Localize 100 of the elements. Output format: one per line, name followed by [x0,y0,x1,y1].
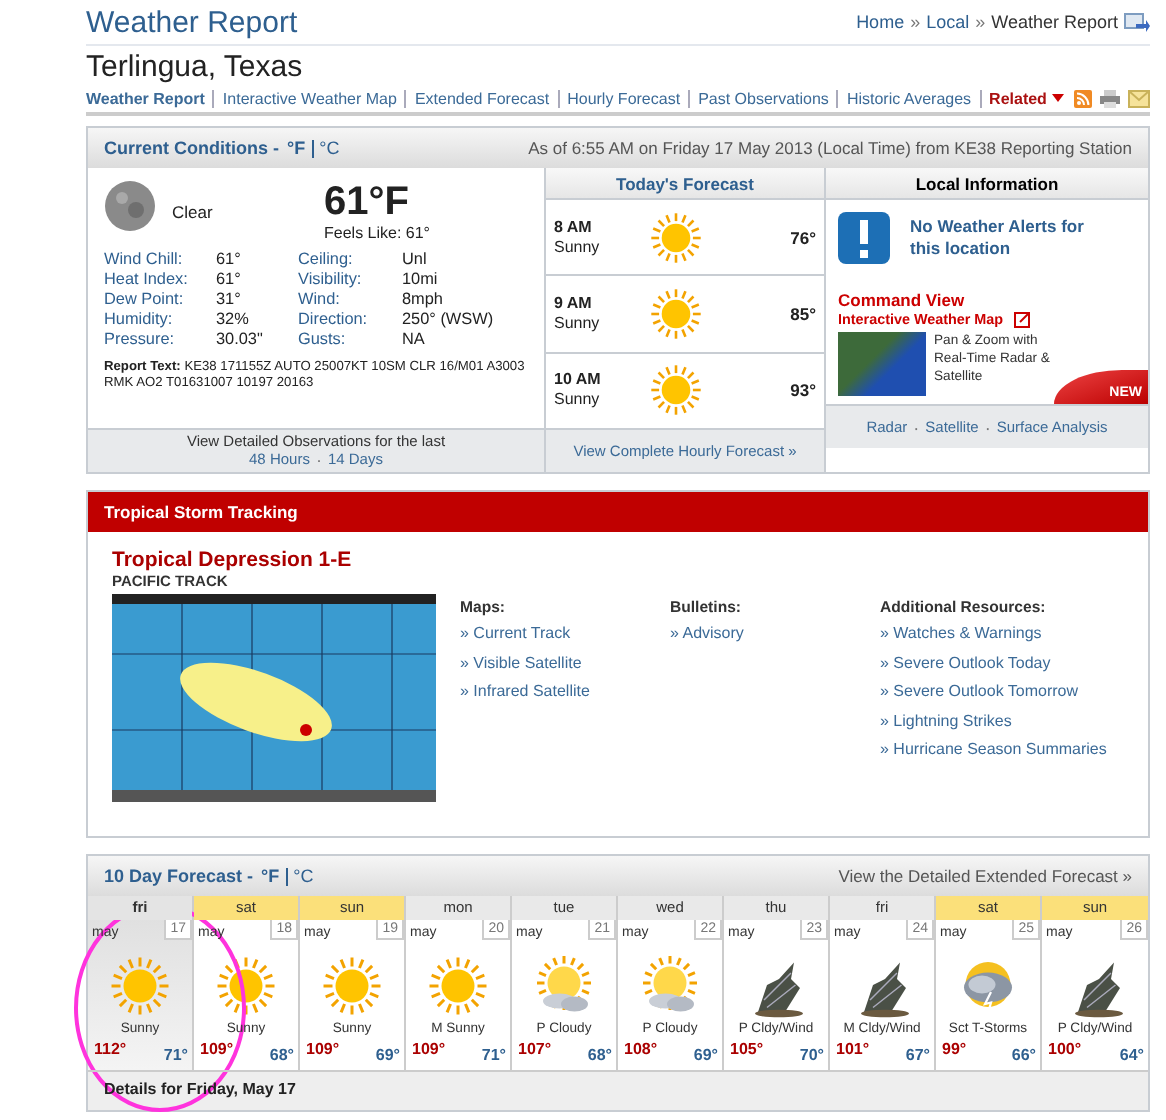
temperature: 61°F [324,180,411,224]
resource-link[interactable]: » Watches & Warnings [880,620,1120,649]
separator: · [315,450,322,470]
resource-link[interactable]: » Hurricane Season Summaries [880,736,1120,765]
low-temperature: 68° [587,1044,612,1064]
stat-label: Ceiling: [298,250,355,270]
storm-name[interactable]: Tropical Depression 1-E [112,548,1124,572]
nav-link[interactable]: Extended Forecast [406,89,560,107]
rss-icon[interactable] [1074,89,1092,107]
high-temperature: 109° [412,1040,446,1062]
low-temperature: 70° [799,1044,824,1064]
nav-link[interactable]: Historic Averages [838,89,982,107]
separator: · [984,417,991,437]
stat-value: 61° [216,270,243,290]
nav-link[interactable]: Interactive Weather Map [214,89,407,107]
condition-text: Clear [172,202,215,222]
sun-icon [650,364,702,417]
unit-link[interactable]: °F [287,138,306,158]
low-temperature: 67° [905,1044,930,1064]
nav-link[interactable]: Past Observations [690,89,839,107]
hour-time: 10 AM [554,370,603,391]
stat-value: 30.03" [216,330,265,350]
hour-condition: Sunny [554,390,602,411]
map-thumbnail[interactable] [838,332,926,396]
unit-link[interactable]: °F [261,866,280,886]
command-view-title[interactable]: Command View [838,290,1136,310]
send-page-icon[interactable] [1124,11,1150,33]
high-temperature: 109° [200,1040,234,1062]
low-temperature: 68° [269,1044,294,1064]
panel-title: Current Conditions - [104,138,279,158]
feels-like: Feels Like: 61° [324,224,431,242]
stat-label: Dew Point: [104,290,186,310]
hour-condition: Sunny [554,237,602,258]
unit-link[interactable]: °C [293,866,314,886]
stat-value: NA [402,330,427,350]
high-temperature: 112° [94,1040,127,1062]
separator: · [913,417,920,437]
stat-value: 31° [216,290,243,310]
hour-time: 9 AM [554,293,594,314]
sun-icon [110,956,170,1016]
hour-temperature: 93° [790,380,816,401]
nav-link[interactable]: Hourly Forecast [559,89,691,107]
popup-icon[interactable] [1013,311,1030,327]
high-temperature: 107° [518,1040,552,1062]
resource-link[interactable]: » Severe Outlook Tomorrow [880,678,1120,707]
hour-temperature: 76° [790,227,816,248]
high-temperature: 105° [730,1040,764,1062]
breadcrumb-link[interactable]: Weather Report [991,12,1118,32]
low-temperature: 71° [481,1044,506,1064]
high-temperature: 101° [836,1040,870,1062]
print-icon[interactable] [1100,89,1120,107]
hour-time: 8 AM [554,217,594,238]
sun-icon [216,956,276,1016]
stat-label: Wind Chill: [104,250,185,270]
storm-map-drawing[interactable] [112,594,436,802]
sun-icon [650,287,702,340]
extended-forecast-link[interactable]: View the Detailed Extended Forecast » [838,866,1132,886]
high-temperature: 109° [306,1040,340,1062]
page-title: Weather Report [86,5,298,39]
low-temperature: 71° [163,1044,188,1064]
storm-tracking-header: Tropical Storm Tracking [88,492,1148,532]
stat-value: 10mi [402,270,440,290]
low-temperature: 69° [693,1044,718,1064]
sun-cloud-icon [640,956,700,1016]
sun-icon [428,956,488,1016]
hour-condition: Sunny [554,313,602,334]
resource-link[interactable]: » Visible Satellite [460,649,670,678]
resource-link[interactable]: » Infrared Satellite [460,678,670,707]
breadcrumb-separator: » [975,12,986,32]
resource-link[interactable]: » Lightning Strikes [880,707,1120,736]
resource-link[interactable]: » Current Track [460,620,670,649]
stat-value: Unl [402,250,429,270]
location-title: Terlingua, Texas [86,50,305,88]
stat-label: Pressure: [104,330,177,350]
breadcrumb-link[interactable]: Home [856,12,905,32]
stat-label: Direction: [298,310,370,330]
low-temperature: 66° [1011,1044,1036,1064]
alert-icon [838,212,890,264]
stat-value: 32% [216,310,251,330]
hour-temperature: 85° [790,303,816,324]
mail-icon[interactable] [1128,89,1150,107]
alert-text[interactable]: No Weather Alerts for this location [910,216,1090,260]
nav-link[interactable]: Weather Report [86,89,215,107]
caret-icon [1052,94,1065,102]
stat-value: 8mph [402,290,445,310]
stat-value: 61° [216,250,243,270]
stat-label: Visibility: [298,270,364,290]
high-temperature: 108° [624,1040,658,1062]
stat-label: Humidity: [104,310,175,330]
resource-link[interactable]: » Advisory [670,620,880,649]
sun-icon [650,211,702,264]
unit-link[interactable]: °C [319,138,340,158]
related-dropdown[interactable]: Related [981,89,1073,107]
stat-label: Wind: [298,290,342,310]
resource-link[interactable]: » Severe Outlook Today [880,649,1120,678]
stat-label: Gusts: [298,330,348,350]
high-temperature: 100° [1048,1040,1082,1062]
sun-icon [322,956,382,1016]
breadcrumb-link[interactable]: Local [926,12,970,32]
stat-label: Heat Index: [104,270,190,290]
